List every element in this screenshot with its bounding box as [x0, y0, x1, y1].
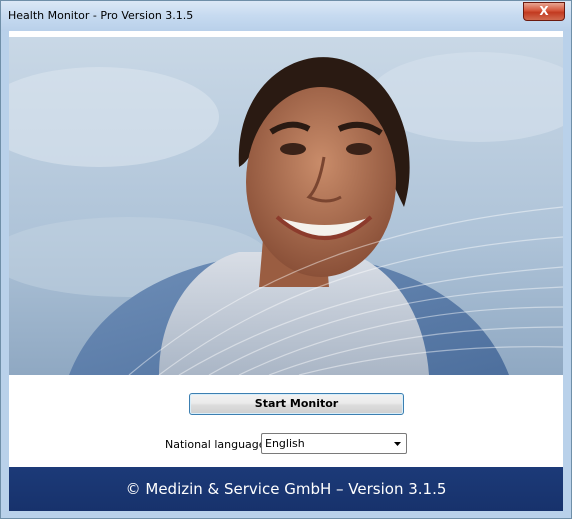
- window-title: Health Monitor - Pro Version 3.1.5: [8, 9, 194, 22]
- language-select-value: English: [265, 437, 305, 450]
- footer-banner: © Medizin & Service GmbH – Version 3.1.5: [9, 467, 563, 511]
- title-bar[interactable]: Health Monitor - Pro Version 3.1.5 X: [1, 1, 571, 31]
- app-window: Health Monitor - Pro Version 3.1.5 X Sta…: [0, 0, 572, 519]
- hero-image: [9, 37, 563, 375]
- close-button[interactable]: X: [523, 2, 565, 21]
- close-icon: X: [539, 4, 549, 18]
- copyright-text: © Medizin & Service GmbH – Version 3.1.5: [125, 480, 447, 498]
- client-area: Start Monitor National language: English…: [9, 31, 563, 511]
- language-select[interactable]: English: [261, 433, 407, 454]
- hero-photo-illustration: [9, 37, 563, 375]
- start-monitor-button[interactable]: Start Monitor: [189, 393, 404, 415]
- national-language-label: National language:: [165, 438, 270, 451]
- chevron-down-icon[interactable]: [389, 434, 406, 453]
